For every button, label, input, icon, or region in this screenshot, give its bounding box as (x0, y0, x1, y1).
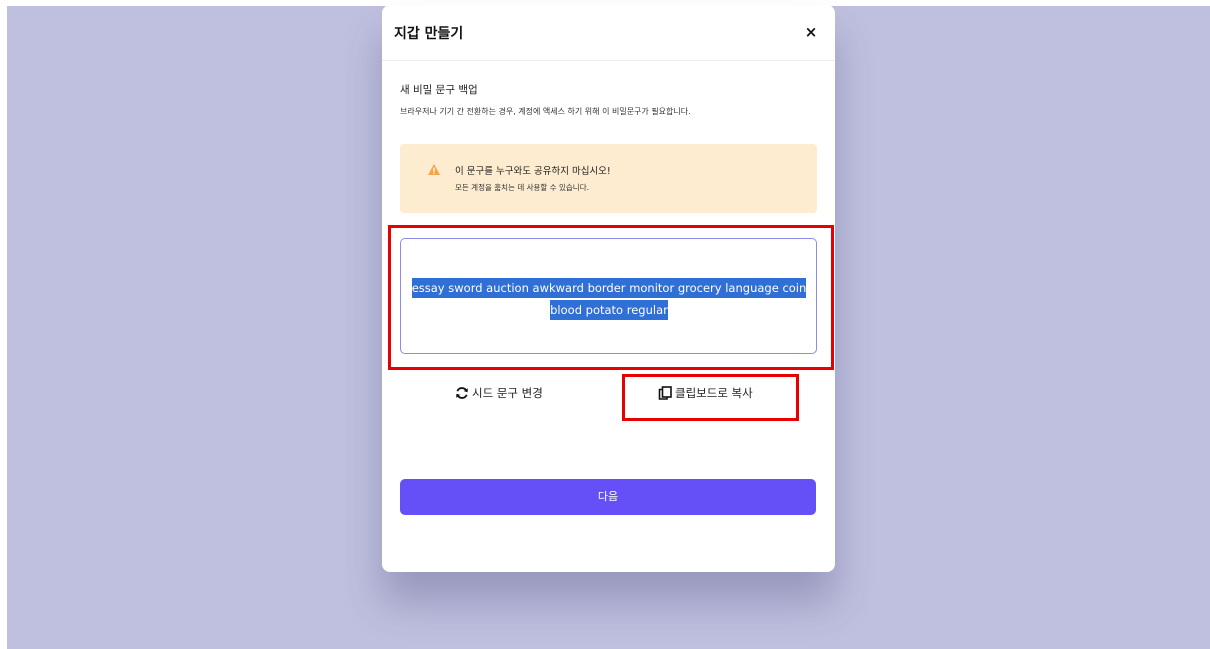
section-description: 브라우저나 기기 간 전환하는 경우, 계정에 액세스 하기 위해 이 비밀문구… (400, 107, 691, 116)
close-icon[interactable]: × (803, 24, 819, 40)
seed-phrase-text[interactable]: essay sword auction awkward border monit… (411, 278, 807, 320)
warning-title: 이 문구를 누구와도 공유하지 마십시오! (455, 166, 611, 177)
next-button[interactable]: 다음 (400, 479, 816, 515)
seed-phrase-box[interactable]: essay sword auction awkward border monit… (400, 238, 817, 354)
modal-header: 지갑 만들기 × (382, 5, 835, 61)
warning-triangle-icon (428, 164, 440, 175)
section-title: 새 비밀 문구 백업 (400, 84, 478, 96)
create-wallet-modal: 지갑 만들기 × 새 비밀 문구 백업 브라우저나 기기 간 전환하는 경우, … (382, 5, 835, 572)
modal-title: 지갑 만들기 (394, 26, 464, 42)
warning-box: 이 문구를 누구와도 공유하지 마십시오! 모든 계정을 훔치는 데 사용할 수… (400, 144, 817, 213)
change-seed-phrase-label: 시드 문구 변경 (472, 386, 543, 400)
copy-to-clipboard-label: 클립보드로 복사 (675, 386, 753, 400)
refresh-icon (456, 387, 468, 399)
warning-subtitle: 모든 계정을 훔치는 데 사용할 수 있습니다. (455, 183, 589, 192)
copy-icon (658, 386, 672, 400)
